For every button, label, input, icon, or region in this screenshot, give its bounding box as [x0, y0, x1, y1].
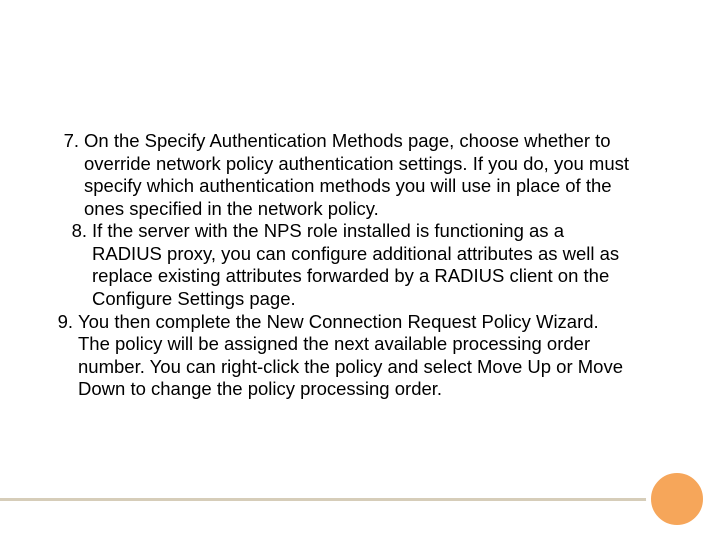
list-number: 8.	[50, 220, 92, 310]
list-text: You then complete the New Connection Req…	[78, 311, 630, 401]
list-text: If the server with the NPS role installe…	[92, 220, 630, 310]
content-block: 7. On the Specify Authentication Methods…	[50, 130, 630, 401]
list-number: 9.	[50, 311, 78, 401]
list-item: 7. On the Specify Authentication Methods…	[50, 130, 630, 220]
divider-line	[0, 498, 655, 501]
list-item: 8. If the server with the NPS role insta…	[50, 220, 630, 310]
list-item: 9. You then complete the New Connection …	[50, 311, 630, 401]
circle-icon	[646, 468, 708, 530]
list-text: On the Specify Authentication Methods pa…	[84, 130, 630, 220]
list-number: 7.	[50, 130, 84, 220]
slide: 7. On the Specify Authentication Methods…	[0, 0, 720, 540]
